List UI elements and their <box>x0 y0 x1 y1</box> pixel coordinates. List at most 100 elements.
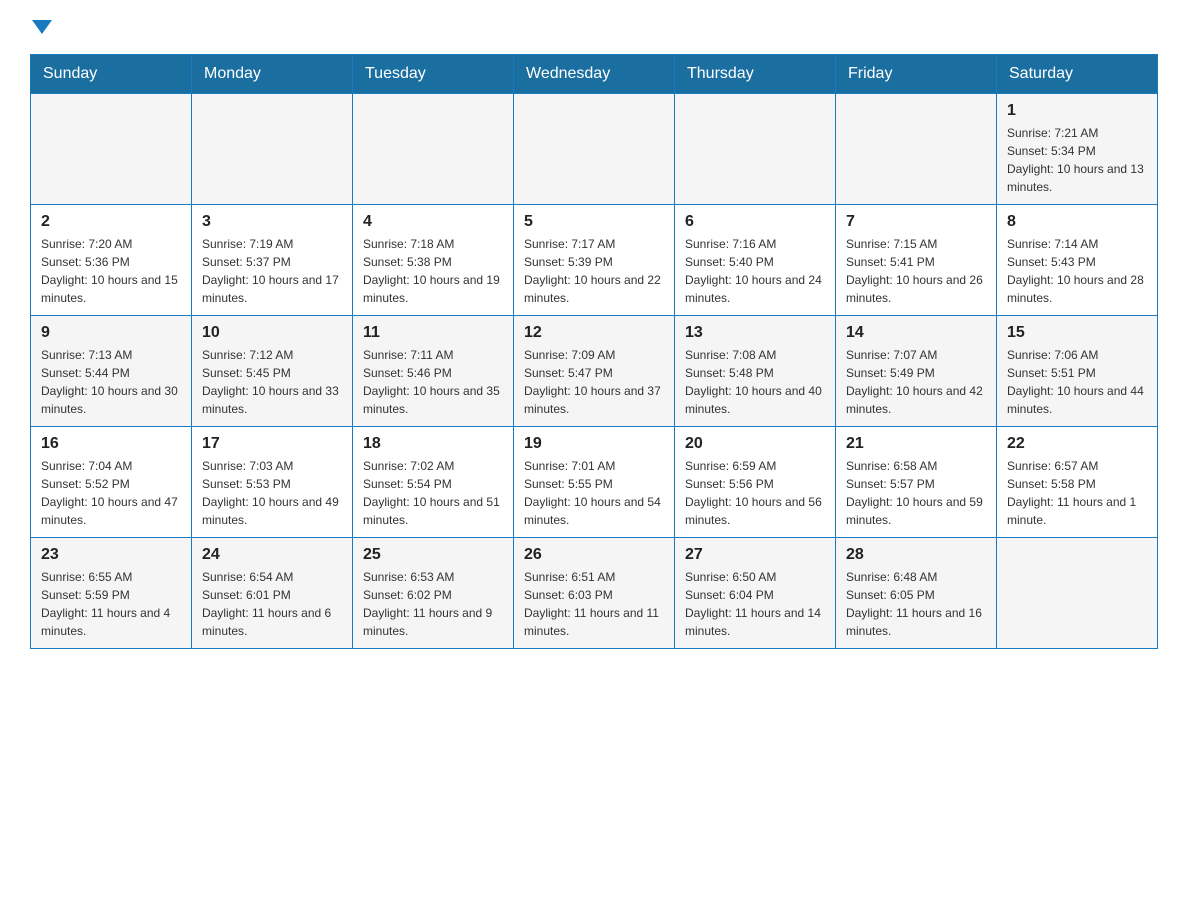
day-info: Sunrise: 6:53 AM Sunset: 6:02 PM Dayligh… <box>363 568 503 640</box>
calendar-cell <box>353 94 514 205</box>
day-info: Sunrise: 7:02 AM Sunset: 5:54 PM Dayligh… <box>363 457 503 529</box>
day-info: Sunrise: 7:14 AM Sunset: 5:43 PM Dayligh… <box>1007 235 1147 307</box>
day-number: 3 <box>202 213 342 231</box>
calendar-cell: 15 Sunrise: 7:06 AM Sunset: 5:51 PM Dayli… <box>997 316 1158 427</box>
day-number: 23 <box>41 546 181 564</box>
weekday-header-friday: Friday <box>836 55 997 94</box>
calendar-week-row: 1 Sunrise: 7:21 AM Sunset: 5:34 PM Daylig… <box>31 94 1158 205</box>
day-number: 21 <box>846 435 986 453</box>
day-info: Sunrise: 7:21 AM Sunset: 5:34 PM Dayligh… <box>1007 124 1147 196</box>
day-info: Sunrise: 7:12 AM Sunset: 5:45 PM Dayligh… <box>202 346 342 418</box>
calendar-cell: 27Sunrise: 6:50 AM Sunset: 6:04 PM Dayli… <box>675 538 836 649</box>
logo <box>30 20 60 34</box>
day-number: 7 <box>846 213 986 231</box>
calendar-cell: 22Sunrise: 6:57 AM Sunset: 5:58 PM Dayli… <box>997 427 1158 538</box>
calendar-cell: 21 Sunrise: 6:58 AM Sunset: 5:57 PM Dayli… <box>836 427 997 538</box>
day-number: 2 <box>41 213 181 231</box>
day-number: 19 <box>524 435 664 453</box>
day-info: Sunrise: 7:13 AM Sunset: 5:44 PM Dayligh… <box>41 346 181 418</box>
calendar-cell: 6 Sunrise: 7:16 AM Sunset: 5:40 PM Daylig… <box>675 205 836 316</box>
day-info: Sunrise: 7:03 AM Sunset: 5:53 PM Dayligh… <box>202 457 342 529</box>
calendar-cell: 20 Sunrise: 6:59 AM Sunset: 5:56 PM Dayli… <box>675 427 836 538</box>
weekday-header-monday: Monday <box>192 55 353 94</box>
calendar-cell <box>31 94 192 205</box>
calendar-cell: 14 Sunrise: 7:07 AM Sunset: 5:49 PM Dayli… <box>836 316 997 427</box>
day-info: Sunrise: 7:07 AM Sunset: 5:49 PM Dayligh… <box>846 346 986 418</box>
weekday-header-thursday: Thursday <box>675 55 836 94</box>
calendar-week-row: 16 Sunrise: 7:04 AM Sunset: 5:52 PM Dayli… <box>31 427 1158 538</box>
day-number: 8 <box>1007 213 1147 231</box>
day-info: Sunrise: 7:18 AM Sunset: 5:38 PM Dayligh… <box>363 235 503 307</box>
calendar-week-row: 9 Sunrise: 7:13 AM Sunset: 5:44 PM Daylig… <box>31 316 1158 427</box>
calendar-cell: 10 Sunrise: 7:12 AM Sunset: 5:45 PM Dayli… <box>192 316 353 427</box>
calendar-cell: 16 Sunrise: 7:04 AM Sunset: 5:52 PM Dayli… <box>31 427 192 538</box>
day-info: Sunrise: 7:01 AM Sunset: 5:55 PM Dayligh… <box>524 457 664 529</box>
day-number: 25 <box>363 546 503 564</box>
day-number: 20 <box>685 435 825 453</box>
calendar-cell: 11 Sunrise: 7:11 AM Sunset: 5:46 PM Dayli… <box>353 316 514 427</box>
day-number: 11 <box>363 324 503 342</box>
calendar-cell: 26 Sunrise: 6:51 AM Sunset: 6:03 PM Dayli… <box>514 538 675 649</box>
day-number: 17 <box>202 435 342 453</box>
day-number: 1 <box>1007 102 1147 120</box>
day-number: 6 <box>685 213 825 231</box>
calendar-cell: 24 Sunrise: 6:54 AM Sunset: 6:01 PM Dayli… <box>192 538 353 649</box>
day-number: 4 <box>363 213 503 231</box>
day-info: Sunrise: 6:48 AM Sunset: 6:05 PM Dayligh… <box>846 568 986 640</box>
calendar-cell <box>514 94 675 205</box>
day-number: 26 <box>524 546 664 564</box>
calendar-cell <box>675 94 836 205</box>
weekday-header-saturday: Saturday <box>997 55 1158 94</box>
calendar-cell: 1 Sunrise: 7:21 AM Sunset: 5:34 PM Daylig… <box>997 94 1158 205</box>
weekday-header-wednesday: Wednesday <box>514 55 675 94</box>
calendar-cell: 3Sunrise: 7:19 AM Sunset: 5:37 PM Daylig… <box>192 205 353 316</box>
day-number: 18 <box>363 435 503 453</box>
day-number: 9 <box>41 324 181 342</box>
day-info: Sunrise: 6:55 AM Sunset: 5:59 PM Dayligh… <box>41 568 181 640</box>
day-number: 22 <box>1007 435 1147 453</box>
calendar-cell: 25 Sunrise: 6:53 AM Sunset: 6:02 PM Dayli… <box>353 538 514 649</box>
calendar-cell <box>836 94 997 205</box>
calendar-cell: 2 Sunrise: 7:20 AM Sunset: 5:36 PM Daylig… <box>31 205 192 316</box>
weekday-header-tuesday: Tuesday <box>353 55 514 94</box>
day-info: Sunrise: 6:58 AM Sunset: 5:57 PM Dayligh… <box>846 457 986 529</box>
calendar-cell: 23 Sunrise: 6:55 AM Sunset: 5:59 PM Dayli… <box>31 538 192 649</box>
logo-triangle-icon <box>32 20 52 34</box>
day-info: Sunrise: 7:09 AM Sunset: 5:47 PM Dayligh… <box>524 346 664 418</box>
day-info: Sunrise: 7:04 AM Sunset: 5:52 PM Dayligh… <box>41 457 181 529</box>
day-info: Sunrise: 6:51 AM Sunset: 6:03 PM Dayligh… <box>524 568 664 640</box>
day-number: 13 <box>685 324 825 342</box>
calendar-cell: 9 Sunrise: 7:13 AM Sunset: 5:44 PM Daylig… <box>31 316 192 427</box>
day-number: 12 <box>524 324 664 342</box>
day-info: Sunrise: 7:20 AM Sunset: 5:36 PM Dayligh… <box>41 235 181 307</box>
calendar-cell <box>997 538 1158 649</box>
weekday-header-sunday: Sunday <box>31 55 192 94</box>
day-number: 10 <box>202 324 342 342</box>
calendar-table: SundayMondayTuesdayWednesdayThursdayFrid… <box>30 54 1158 649</box>
day-number: 16 <box>41 435 181 453</box>
day-info: Sunrise: 7:16 AM Sunset: 5:40 PM Dayligh… <box>685 235 825 307</box>
calendar-cell: 8 Sunrise: 7:14 AM Sunset: 5:43 PM Daylig… <box>997 205 1158 316</box>
calendar-cell: 18 Sunrise: 7:02 AM Sunset: 5:54 PM Dayli… <box>353 427 514 538</box>
calendar-cell <box>192 94 353 205</box>
calendar-cell: 12 Sunrise: 7:09 AM Sunset: 5:47 PM Dayli… <box>514 316 675 427</box>
page-header <box>30 20 1158 34</box>
day-number: 15 <box>1007 324 1147 342</box>
calendar-cell: 28 Sunrise: 6:48 AM Sunset: 6:05 PM Dayli… <box>836 538 997 649</box>
calendar-cell: 17 Sunrise: 7:03 AM Sunset: 5:53 PM Dayli… <box>192 427 353 538</box>
day-number: 14 <box>846 324 986 342</box>
day-info: Sunrise: 7:11 AM Sunset: 5:46 PM Dayligh… <box>363 346 503 418</box>
day-info: Sunrise: 7:08 AM Sunset: 5:48 PM Dayligh… <box>685 346 825 418</box>
calendar-cell: 19 Sunrise: 7:01 AM Sunset: 5:55 PM Dayli… <box>514 427 675 538</box>
day-info: Sunrise: 7:17 AM Sunset: 5:39 PM Dayligh… <box>524 235 664 307</box>
day-number: 24 <box>202 546 342 564</box>
calendar-cell: 7Sunrise: 7:15 AM Sunset: 5:41 PM Daylig… <box>836 205 997 316</box>
day-info: Sunrise: 7:06 AM Sunset: 5:51 PM Dayligh… <box>1007 346 1147 418</box>
calendar-week-row: 2 Sunrise: 7:20 AM Sunset: 5:36 PM Daylig… <box>31 205 1158 316</box>
day-number: 27 <box>685 546 825 564</box>
day-number: 28 <box>846 546 986 564</box>
calendar-cell: 5 Sunrise: 7:17 AM Sunset: 5:39 PM Daylig… <box>514 205 675 316</box>
day-number: 5 <box>524 213 664 231</box>
day-info: Sunrise: 6:59 AM Sunset: 5:56 PM Dayligh… <box>685 457 825 529</box>
day-info: Sunrise: 6:54 AM Sunset: 6:01 PM Dayligh… <box>202 568 342 640</box>
